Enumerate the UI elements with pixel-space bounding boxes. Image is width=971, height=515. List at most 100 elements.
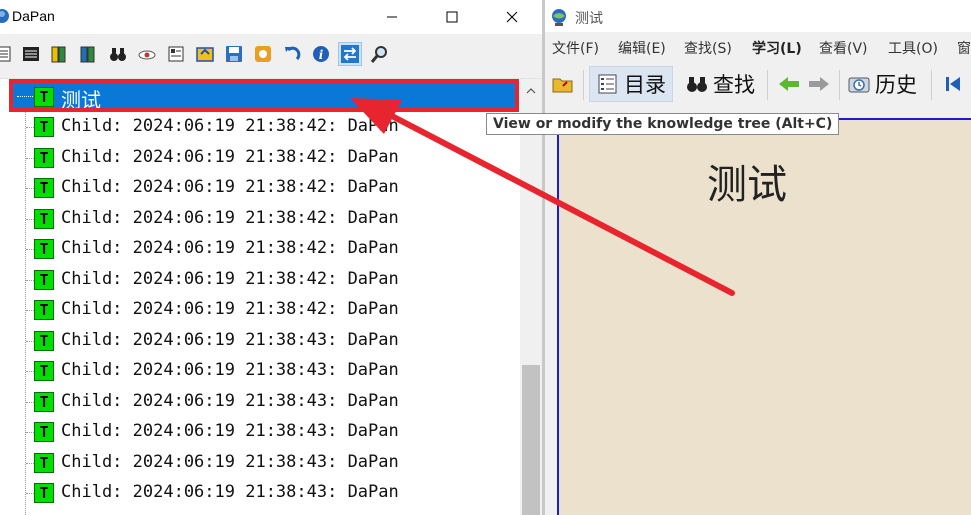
close-button[interactable] [482,0,542,34]
forward-button[interactable] [807,66,831,102]
dapan-titlebar: DaPan [0,0,542,34]
tree-child-label: Child: 2024:06:19 21:38:42: DaPan [61,268,399,289]
tree-child-node[interactable]: T Child: 2024:06:19 21:38:43: DaPan [0,326,520,356]
tree-child-node[interactable]: T Child: 2024:06:19 21:38:43: DaPan [0,417,520,447]
toolbar-separator [583,70,584,100]
document-title: 测试 [575,11,603,27]
menu-learn[interactable]: 学习(L) [752,38,802,58]
maximize-icon [446,11,458,23]
window-title: DaPan [12,8,55,24]
scrollbar-thumb[interactable] [522,365,540,515]
menu-window[interactable]: 窗 [957,38,971,58]
contents-icon [598,74,617,94]
tree-child-node[interactable]: T Child: 2024:06:19 21:38:42: DaPan [0,265,520,295]
back-button[interactable] [777,66,801,102]
document-toolbar: 目录 查找 历史 [545,63,971,107]
minimize-icon [387,16,397,18]
tree-child-label: Child: 2024:06:19 21:38:43: DaPan [61,329,399,350]
chevron-up-icon [526,88,536,94]
books-icon[interactable] [77,42,101,66]
tree-child-label: Child: 2024:06:19 21:38:42: DaPan [61,116,399,136]
tree-child-connector [26,340,34,342]
tree-child-label: Child: 2024:06:19 21:38:43: DaPan [61,482,399,502]
tree-child-label: Child: 2024:06:19 21:38:42: DaPan [61,299,399,319]
content-title: 测试 [707,162,787,208]
menu-file[interactable]: 文件(F) [552,38,599,58]
swap-icon[interactable] [338,42,362,66]
topic-icon: T [34,269,54,290]
binoculars-icon[interactable] [106,42,130,66]
tree-child-connector [26,493,34,494]
tree-child-node[interactable]: T Child: 2024:06:19 21:38:43: DaPan [0,387,520,417]
menu-tools[interactable]: 工具(O) [888,38,938,58]
tree-child-node[interactable]: T Child: 2024:06:19 21:38:42: DaPan [0,112,520,142]
tree-child-label: Child: 2024:06:19 21:38:43: DaPan [61,360,399,380]
sync-icon[interactable] [193,42,217,66]
record-icon[interactable] [251,42,275,66]
undo-icon[interactable] [280,42,304,66]
card-icon[interactable] [164,42,188,66]
folder-icon [552,78,573,93]
menu-bar: 文件(F) 编辑(E) 查找(S) 学习(L) 查看(V) 工具(O) 窗 [545,34,971,60]
topic-icon: T [34,391,54,412]
tree-child-node[interactable]: T Child: 2024:06:19 21:38:42: DaPan [0,204,520,234]
contents-button[interactable]: 目录 [589,66,673,102]
menu-edit[interactable]: 编辑(E) [618,38,666,58]
document-content: 测试 [557,118,971,515]
tree-child-label: Child: 2024:06:19 21:38:42: DaPan [61,207,399,228]
document-titlebar: 测试 [545,0,971,32]
menu-view[interactable]: 查看(V) [819,38,868,58]
svg-text:i: i [319,48,324,62]
tree-child-node[interactable]: T Child: 2024:06:19 21:38:43: DaPan [0,448,520,478]
tree-child-connector [26,432,34,433]
scroll-up-button[interactable] [520,79,542,103]
highlight-box-annotation [9,79,519,112]
tree-scrollbar[interactable] [520,79,542,515]
clock-icon [848,77,870,93]
tree-child-node[interactable]: T Child: 2024:06:19 21:38:42: DaPan [0,295,520,325]
tree-child-label: Child: 2024:06:19 21:38:43: DaPan [61,421,399,441]
tree-child-connector [26,310,34,311]
document-window: 测试 文件(F) 编辑(E) 查找(S) 学习(L) 查看(V) 工具(O) 窗… [545,0,971,515]
maximize-button[interactable] [422,0,482,34]
topic-icon: T [34,147,54,168]
menu-search[interactable]: 查找(S) [684,38,732,58]
tree-child-connector [26,279,34,281]
first-button[interactable] [941,66,965,102]
search-label: 查找 [713,73,755,97]
library-icon[interactable] [19,42,43,66]
binoculars-icon [687,77,707,92]
tree-child-connector [26,249,34,250]
eye-icon[interactable] [135,42,159,66]
tree-child-node[interactable]: T Child: 2024:06:19 21:38:42: DaPan [0,143,520,173]
tree-child-connector [26,127,34,128]
tree-child-label: Child: 2024:06:19 21:38:43: DaPan [61,390,399,411]
tooltip: View or modify the knowledge tree (Alt+C… [486,113,840,135]
tree-child-connector [26,188,34,189]
app-globe-icon [552,9,566,26]
save-icon[interactable] [222,42,246,66]
topic-icon: T [34,361,54,381]
tree-child-node[interactable]: T Child: 2024:06:19 21:38:42: DaPan [0,234,520,264]
tree-child-node[interactable]: T Child: 2024:06:19 21:38:43: DaPan [0,356,520,386]
arrow-right-icon [809,77,829,91]
open-folder-button[interactable] [551,66,575,102]
toolbar-separator [767,70,768,100]
list-icon[interactable] [0,42,14,66]
info-icon[interactable]: i [309,42,333,66]
search-button[interactable]: 查找 [685,66,755,102]
tree-child-connector [26,218,34,220]
topic-icon: T [34,300,54,320]
knowledge-tree[interactable]: T 测试 T Child: 2024:06:19 21:38:42: DaPan T… [0,79,520,515]
tree-child-node[interactable]: T Child: 2024:06:19 21:38:42: DaPan [0,173,520,203]
tree-child-node[interactable]: T Child: 2024:06:19 21:38:43: DaPan [0,478,520,508]
contents-label: 目录 [624,73,666,97]
topic-icon: T [34,422,54,442]
toolbar-separator [931,70,932,100]
book-stack-icon[interactable] [48,42,72,66]
history-button[interactable]: 历史 [847,66,917,102]
tree-child-connector [26,462,34,464]
minimize-button[interactable] [362,0,422,34]
magnifier-icon[interactable] [367,42,391,66]
topic-icon: T [34,452,54,473]
